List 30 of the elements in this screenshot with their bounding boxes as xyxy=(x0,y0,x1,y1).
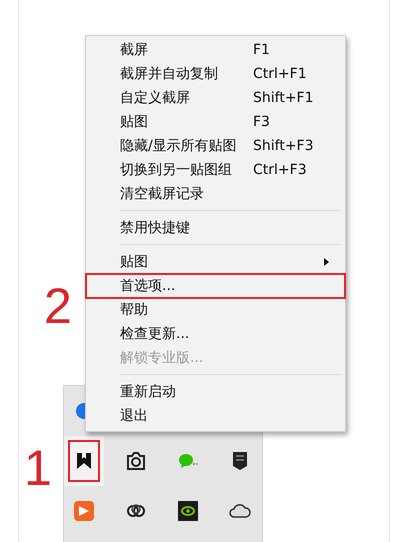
annotation-number: 2 xyxy=(44,281,72,331)
shortcut-label: F3 xyxy=(253,114,271,130)
annotation-number: 1 xyxy=(24,443,52,493)
shortcut-label: Shift+F3 xyxy=(253,138,315,154)
menu-item[interactable]: 首选项... xyxy=(86,274,345,298)
menu-item[interactable]: 截屏并自动复制 Ctrl+F1 xyxy=(86,62,345,86)
shortcut-label: Ctrl+F1 xyxy=(253,66,308,82)
cloud-icon[interactable] xyxy=(229,504,251,518)
shortcut-label: Ctrl+F3 xyxy=(253,162,308,178)
rings-icon[interactable] xyxy=(126,504,146,518)
menu-item[interactable]: 贴图 xyxy=(86,250,345,274)
menu-item[interactable]: 切换到另一贴图组 Ctrl+F3 xyxy=(86,158,345,182)
shortcut-label: F1 xyxy=(253,42,271,58)
menu-item[interactable]: 重新启动 xyxy=(86,380,345,404)
menu-item[interactable]: 自定义截屏 Shift+F1 xyxy=(86,86,345,110)
eye-icon[interactable] xyxy=(178,501,198,521)
menu-item[interactable]: 帮助 xyxy=(86,298,345,322)
menu-item[interactable]: 贴图 F3 xyxy=(86,110,345,134)
play-icon[interactable] xyxy=(74,501,94,521)
shield-icon[interactable] xyxy=(232,451,248,471)
menu-item[interactable]: 检查更新... xyxy=(86,322,345,346)
menu-item[interactable]: 退出 xyxy=(86,404,345,428)
menu-item[interactable]: 禁用快捷键 xyxy=(86,216,345,240)
menu-item[interactable]: 清空截屏记录 xyxy=(86,182,345,206)
camera-icon[interactable] xyxy=(126,452,146,470)
shortcut-label: Shift+F1 xyxy=(253,90,315,106)
bookmark-icon[interactable] xyxy=(76,452,92,470)
submenu-arrow-icon xyxy=(324,258,329,266)
menu-item[interactable]: 隐藏/显示所有贴图 Shift+F3 xyxy=(86,134,345,158)
menu-item[interactable]: 截屏 F1 xyxy=(86,38,345,62)
